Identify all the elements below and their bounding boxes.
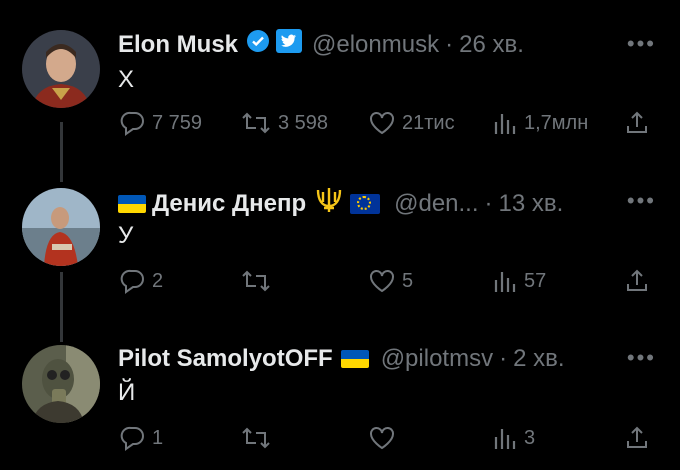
handle[interactable]: @den... <box>394 190 478 218</box>
tweet-denis-dnepr[interactable]: Денис Днепр @den... · 13 хв. ••• У 2 5 5… <box>0 170 680 325</box>
trident-icon <box>314 186 344 221</box>
display-name[interactable]: Денис Днепр <box>152 190 306 218</box>
timestamp[interactable]: 13 хв. <box>499 190 564 218</box>
retweet-icon <box>240 425 272 451</box>
action-bar: 2 5 57 <box>118 268 658 298</box>
reply-count: 1 <box>152 426 164 449</box>
retweet-button[interactable] <box>240 268 278 294</box>
tweet-text: Х <box>118 66 135 93</box>
share-icon <box>624 110 650 136</box>
views-button[interactable]: 3 <box>492 425 535 451</box>
views-icon <box>492 425 518 451</box>
reply-count: 2 <box>152 269 164 292</box>
reply-button[interactable]: 1 <box>118 425 163 451</box>
separator: · <box>445 30 454 58</box>
more-icon[interactable]: ••• <box>627 188 656 214</box>
tweet-pilot-samolyotoff[interactable]: Pilot SamolyotOFF @pilotmsv · 2 хв. ••• … <box>0 325 680 470</box>
retweet-button[interactable]: 3 598 <box>240 110 328 136</box>
handle[interactable]: @pilotmsv <box>381 345 493 373</box>
ukraine-flag-icon <box>118 194 146 213</box>
retweet-icon <box>240 268 272 294</box>
retweet-button[interactable] <box>240 425 278 451</box>
more-icon[interactable]: ••• <box>627 345 656 371</box>
display-name[interactable]: Pilot SamolyotOFF <box>118 345 333 373</box>
views-button[interactable]: 57 <box>492 268 546 294</box>
separator: · <box>499 345 508 372</box>
tweet-header: Elon Musk @elonmusk · 26 хв. <box>118 29 524 60</box>
more-icon[interactable]: ••• <box>627 31 656 57</box>
timestamp[interactable]: 26 хв. <box>459 31 524 59</box>
tweet-header: Pilot SamolyotOFF @pilotmsv · 2 хв. <box>118 345 565 373</box>
tweet-header: Денис Днепр @den... · 13 хв. <box>118 186 563 221</box>
retweet-count: 3 598 <box>278 111 329 134</box>
action-bar: 1 3 <box>118 425 658 455</box>
avatar[interactable] <box>22 30 100 108</box>
share-icon <box>624 268 650 294</box>
avatar[interactable] <box>22 188 100 266</box>
like-icon <box>368 425 396 451</box>
like-count: 21тис <box>402 111 455 134</box>
separator: · <box>484 189 493 217</box>
ukraine-flag-icon <box>340 350 369 368</box>
display-name[interactable]: Elon Musk <box>118 31 238 59</box>
like-icon <box>368 110 396 136</box>
share-button[interactable] <box>624 268 650 294</box>
verified-badge-icon <box>246 29 270 60</box>
views-button[interactable]: 1,7млн <box>492 110 588 136</box>
views-icon <box>492 268 518 294</box>
like-button[interactable] <box>368 425 402 451</box>
like-button[interactable]: 21тис <box>368 110 455 136</box>
like-count: 5 <box>402 269 414 292</box>
eu-flag-icon <box>350 193 381 214</box>
like-icon <box>368 268 396 294</box>
reply-icon <box>118 268 146 294</box>
tweet-text: У <box>118 222 134 249</box>
reply-button[interactable]: 2 <box>118 268 163 294</box>
retweet-icon <box>240 110 272 136</box>
timestamp[interactable]: 2 хв. <box>513 345 564 373</box>
reply-icon <box>118 425 146 451</box>
like-button[interactable]: 5 <box>368 268 413 294</box>
views-count: 1,7млн <box>524 111 589 134</box>
share-button[interactable] <box>624 110 650 136</box>
twitter-bird-icon <box>276 29 303 60</box>
avatar[interactable] <box>22 345 100 423</box>
tweet-elon-musk[interactable]: Elon Musk @elonmusk · 26 хв. ••• Х 7 759… <box>0 0 680 170</box>
action-bar: 7 759 3 598 21тис 1,7млн <box>118 110 658 140</box>
share-button[interactable] <box>624 425 650 451</box>
reply-button[interactable]: 7 759 <box>118 110 202 136</box>
reply-icon <box>118 110 146 136</box>
views-icon <box>492 110 518 136</box>
views-count: 57 <box>524 269 547 292</box>
tweet-text: Й <box>118 379 136 406</box>
views-count: 3 <box>524 426 536 449</box>
reply-count: 7 759 <box>152 111 203 134</box>
handle[interactable]: @elonmusk <box>312 31 439 59</box>
share-icon <box>624 425 650 451</box>
